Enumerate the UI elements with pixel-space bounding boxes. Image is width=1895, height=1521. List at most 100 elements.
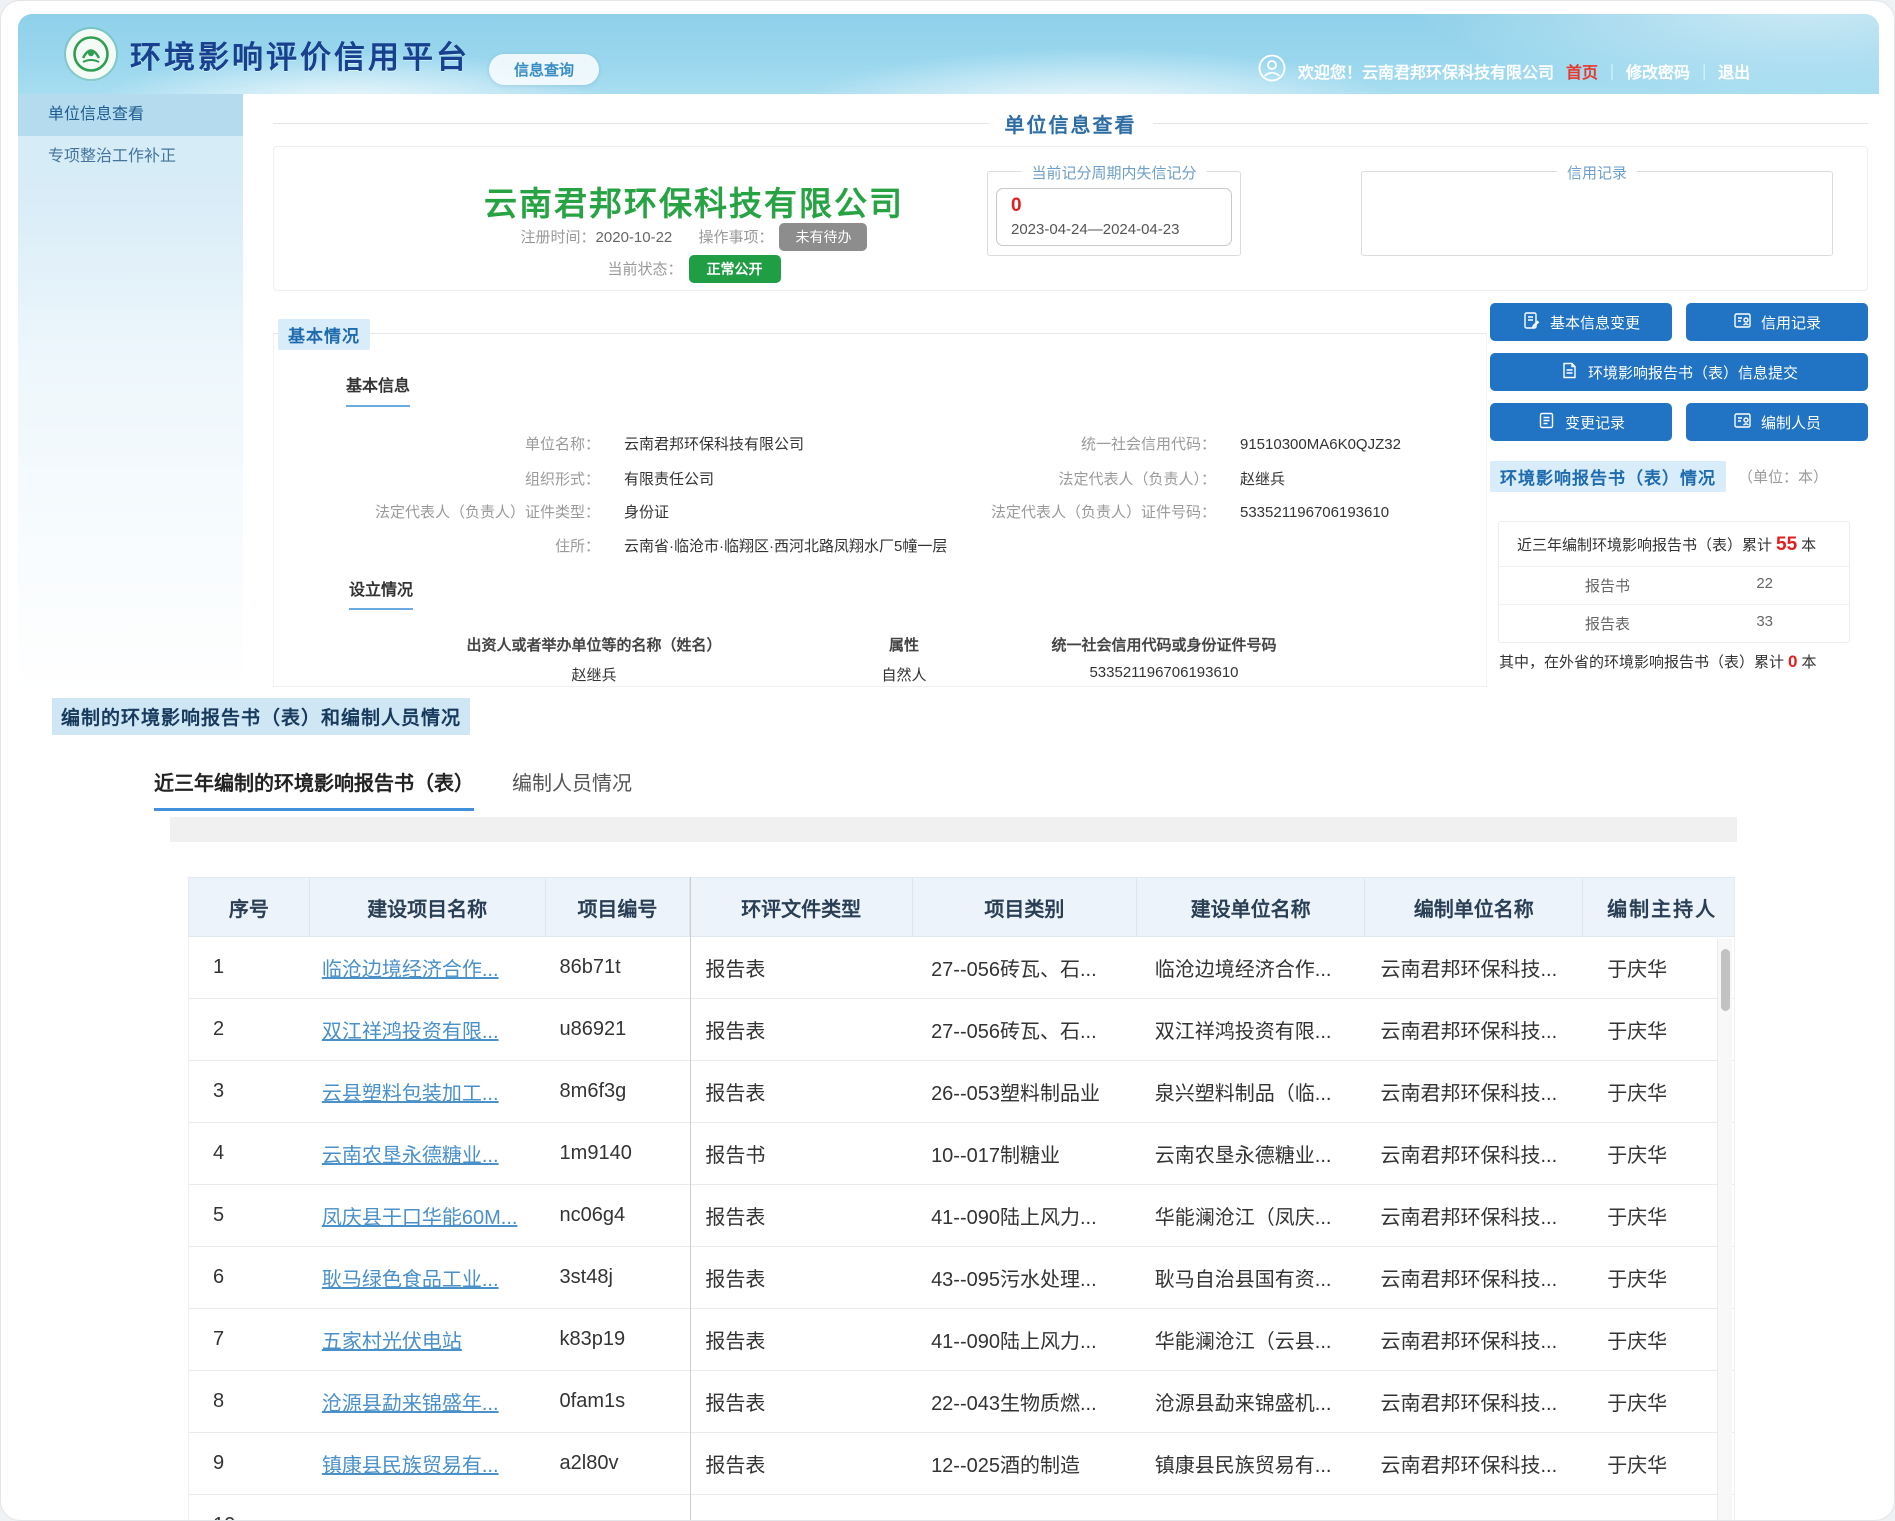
cell-builder-name: 泉兴塑料制品（临...	[1137, 1061, 1366, 1122]
setup-header-cell: 出资人或者举办单位等的名称（姓名）	[334, 634, 854, 655]
project-name-link[interactable]: 镇康县民族贸易有...	[310, 1433, 546, 1494]
cell-chief-compiler: 于庆华	[1583, 1061, 1734, 1122]
brand: 环境影响评价信用平台	[66, 29, 470, 79]
project-name-link[interactable]	[310, 1495, 546, 1521]
table-row: 6 耿马绿色食品工业... 3st48j 报告表 43--095污水处理... …	[189, 1247, 1734, 1309]
table-scrollbar-track[interactable]	[1717, 939, 1732, 1521]
project-name-link[interactable]: 五家村光伏电站	[310, 1309, 546, 1370]
cell-project-category: 43--095污水处理...	[913, 1247, 1137, 1308]
person-card-icon	[1733, 411, 1752, 434]
project-name-link[interactable]: 凤庆县干口华能60M...	[310, 1185, 546, 1246]
cell-chief-compiler: 于庆华	[1583, 1371, 1734, 1432]
cell-doc-type: 报告表	[690, 1061, 913, 1122]
project-name-link[interactable]: 云南农垦永德糖业...	[310, 1123, 546, 1184]
reports-tab[interactable]: 编制人员情况	[512, 767, 632, 811]
table-header-cell: 项目编号	[546, 878, 691, 936]
doc-list-icon	[1537, 411, 1556, 434]
cell-project-category: 41--090陆上风力...	[913, 1185, 1137, 1246]
table-header-row: 序号 建设项目名称 项目编号 环评文件类型 项目类别 建设单位名称 编制单位名称…	[188, 877, 1735, 937]
app-title: 环境影响评价信用平台	[130, 32, 470, 77]
top-nav-link[interactable]: 修改密码	[1598, 59, 1690, 83]
change-record-button[interactable]: 变更记录	[1490, 403, 1672, 441]
company-name: 云南君邦环保科技有限公司	[374, 177, 1014, 225]
project-name-link[interactable]: 沧源县勐来锦盛年...	[310, 1371, 546, 1432]
cell-builder-name: 华能澜沧江（云县...	[1137, 1309, 1366, 1370]
button-label: 变更记录	[1565, 412, 1625, 433]
stats-sub-label: 其中，在外省的环境影响报告书（表）累计	[1499, 654, 1784, 671]
project-name-link[interactable]: 云县塑料包装加工...	[310, 1061, 546, 1122]
table-row: 1 临沧边境经济合作... 86b71t 报告表 27--056砖瓦、石... …	[189, 937, 1734, 999]
company-meta-row: 注册时间：2020-10-22 操作事项：未有待办	[374, 223, 1014, 251]
stat-value: 33	[1756, 613, 1773, 634]
stat-row: 报告表 33	[1499, 604, 1849, 642]
reports-tab[interactable]: 近三年编制的环境影响报告书（表）	[154, 767, 474, 811]
cell-project-code: 8m6f3g	[546, 1061, 691, 1122]
cell-builder-name: 华能澜沧江（凤庆...	[1137, 1185, 1366, 1246]
credit-record-button[interactable]: 信用记录	[1686, 303, 1868, 341]
button-label: 基本信息变更	[1550, 312, 1640, 333]
reports-tabs: 近三年编制的环境影响报告书（表） 编制人员情况	[154, 767, 632, 811]
field-label: 单位名称：	[274, 435, 600, 455]
project-name-link[interactable]: 双江祥鸿投资有限...	[310, 999, 546, 1060]
field-label: 统一社会信用代码：	[886, 435, 1216, 455]
info-query-button[interactable]: 信息查询	[489, 54, 599, 85]
cell-compiler-org	[1365, 1495, 1583, 1521]
cell-doc-type	[690, 1495, 913, 1521]
table-row: 5 凤庆县干口华能60M... nc06g4 报告表 41--090陆上风力..…	[189, 1185, 1734, 1247]
person-card-icon	[1733, 311, 1752, 334]
tab-setup-info[interactable]: 设立情况	[349, 576, 413, 610]
table-row: 7 五家村光伏电站 k83p19 报告表 41--090陆上风力... 华能澜沧…	[189, 1309, 1734, 1371]
company-summary-panel: 云南君邦环保科技有限公司 注册时间：2020-10-22 操作事项：未有待办 当…	[273, 146, 1868, 291]
cell-compiler-org: 云南君邦环保科技...	[1365, 1371, 1583, 1432]
sidebar-item[interactable]: 单位信息查看	[18, 94, 243, 136]
form-row: 法定代表人（负责人）证件号码： 533521196706193610	[886, 503, 1389, 523]
stat-row: 报告书 22	[1499, 567, 1849, 604]
credit-record-box: 信用记录	[1361, 171, 1833, 256]
table-scrollbar-thumb[interactable]	[1721, 949, 1730, 1011]
setup-data-cell: 533521196706193610	[984, 664, 1344, 685]
field-label: 法定代表人（负责人）证件类型：	[274, 503, 600, 523]
cell-index: 10	[189, 1495, 310, 1521]
cell-index: 9	[189, 1433, 310, 1494]
reports-table: 序号 建设项目名称 项目编号 环评文件类型 项目类别 建设单位名称 编制单位名称…	[188, 877, 1735, 1521]
project-name-link[interactable]: 耿马绿色食品工业...	[310, 1247, 546, 1308]
basic-change-button[interactable]: 基本信息变更	[1490, 303, 1672, 341]
top-nav-link[interactable]: 退出	[1690, 59, 1750, 83]
cell-index: 2	[189, 999, 310, 1060]
cell-compiler-org: 云南君邦环保科技...	[1365, 1247, 1583, 1308]
tab-basic-info[interactable]: 基本信息	[346, 372, 410, 407]
cell-project-code: u86921	[546, 999, 691, 1060]
cell-chief-compiler: 于庆华	[1583, 1123, 1734, 1184]
divider	[273, 123, 989, 124]
stats-section-chip: 环境影响报告书（表）情况	[1490, 461, 1726, 492]
operation-label: 操作事项：	[698, 229, 773, 246]
reports-section-chip: 编制的环境影响报告书（表）和编制人员情况	[52, 698, 470, 735]
action-buttons: 基本信息变更 信用记录 环境影响报告书（表）信息提交	[1490, 303, 1868, 453]
table-row: 4 云南农垦永德糖业... 1m9140 报告书 10--017制糖业 云南农垦…	[189, 1123, 1734, 1185]
staff-button[interactable]: 编制人员	[1686, 403, 1868, 441]
report-submit-button[interactable]: 环境影响报告书（表）信息提交	[1490, 353, 1868, 391]
cell-chief-compiler	[1583, 1495, 1734, 1521]
cell-builder-name: 耿马自治县国有资...	[1137, 1247, 1366, 1308]
form-row: 住所： 云南省·临沧市·临翔区·西河北路凤翔水厂5幢一层	[274, 537, 947, 557]
status-badge: 正常公开	[689, 255, 781, 283]
cell-chief-compiler: 于庆华	[1583, 937, 1734, 998]
sidebar-item[interactable]: 专项整治工作补正	[18, 136, 243, 178]
page-title-row: 单位信息查看	[273, 109, 1868, 138]
top-header-bar: 环境影响评价信用平台 信息查询 欢迎您！云南君邦环保科技有限公司 首页 修改密码…	[18, 14, 1879, 94]
cell-builder-name	[1137, 1495, 1366, 1521]
cell-project-code: 1m9140	[546, 1123, 691, 1184]
stats-chip-row: 环境影响报告书（表）情况 （单位：本）	[1490, 461, 1828, 492]
project-name-link[interactable]: 临沧边境经济合作...	[310, 937, 546, 998]
stats-unit-note: （单位：本）	[1738, 466, 1828, 487]
basic-section-chip: 基本情况	[278, 319, 370, 350]
setup-data-row: 赵继兵 自然人 533521196706193610	[274, 664, 1344, 685]
table-row: 10	[189, 1495, 1734, 1521]
cell-doc-type: 报告表	[690, 1309, 913, 1370]
top-nav-link[interactable]: 首页	[1566, 59, 1598, 83]
field-value: 91510300MA6K0QJZ32	[1240, 435, 1401, 455]
table-toolbar-bar	[170, 817, 1737, 842]
cell-chief-compiler: 于庆华	[1583, 1247, 1734, 1308]
table-row: 3 云县塑料包装加工... 8m6f3g 报告表 26--053塑料制品业 泉兴…	[189, 1061, 1734, 1123]
divider	[1153, 123, 1869, 124]
